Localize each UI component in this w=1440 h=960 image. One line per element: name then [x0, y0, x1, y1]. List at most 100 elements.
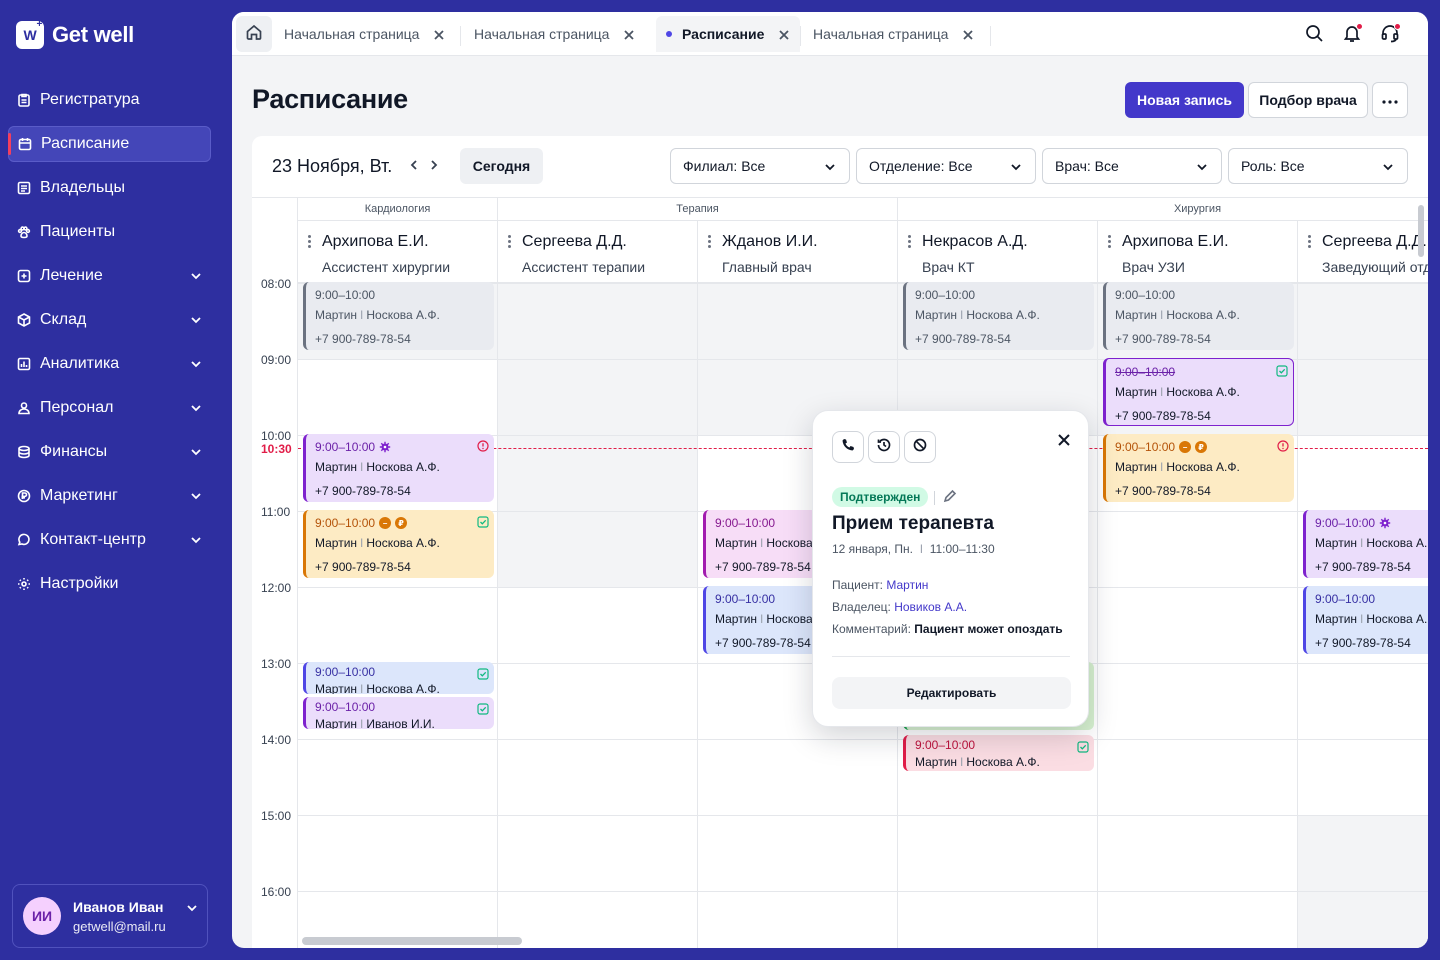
appointment-card[interactable]: 9:00–10:00 Мартин I Носкова А.Ф.: [303, 662, 494, 694]
edit-appointment-button[interactable]: Редактировать: [832, 677, 1071, 709]
brand-logo[interactable]: W Get well: [16, 19, 134, 49]
pencil-icon[interactable]: [943, 489, 957, 503]
appointment-card[interactable]: 9:00–10:00МартинIНоскова А.Ф.+7 900-789-…: [1103, 358, 1294, 426]
avatar: ИИ: [23, 897, 61, 935]
pet-name: Мартин: [315, 460, 358, 474]
chevron-down-icon: [189, 489, 203, 503]
today-button[interactable]: Сегодня: [460, 148, 543, 184]
doctor-header[interactable]: Сергеева Д.Д. Ассистент терапии: [498, 221, 698, 283]
sidebar-item-4[interactable]: Лечение: [8, 258, 211, 294]
more-button[interactable]: [1372, 82, 1408, 118]
filter-select-0[interactable]: Филиал: Все: [670, 148, 850, 184]
prev-day-arrow-icon[interactable]: [407, 158, 421, 172]
drag-handle-icon[interactable]: [708, 235, 712, 250]
sidebar-nav: Регистратура Расписание Владельцы Пациенты Л…: [8, 82, 211, 610]
tab-1[interactable]: Начальная страница: [464, 16, 650, 52]
doctor-header[interactable]: Некрасов А.Д. Врач КТ: [898, 221, 1098, 283]
pet-name: Мартин: [915, 308, 958, 322]
filter-select-2[interactable]: Врач: Все: [1042, 148, 1222, 184]
owner-link[interactable]: Новиков А.А.: [894, 600, 967, 614]
bell-icon[interactable]: [1342, 23, 1364, 45]
sidebar-item-0[interactable]: Регистратура: [8, 82, 211, 118]
current-date: 23 Ноября, Вт.: [272, 156, 393, 176]
sidebar-item-1[interactable]: Расписание: [8, 126, 211, 162]
close-icon[interactable]: [1057, 433, 1071, 447]
doctor-header[interactable]: Жданов И.И. Главный врач: [698, 221, 898, 283]
drag-handle-icon[interactable]: [908, 235, 912, 250]
home-tab[interactable]: [236, 16, 272, 52]
sidebar-item-8[interactable]: Финансы: [8, 434, 211, 470]
logo-icon: W: [16, 19, 44, 49]
sidebar-item-7[interactable]: Персонал: [8, 390, 211, 426]
appointment-time: 9:00–10:00: [1315, 516, 1376, 530]
doctor-name: Сергеева Д.Д.: [1322, 233, 1427, 250]
appointment-card[interactable]: 9:00–10:00 Мартин I Иванов И.И.: [303, 697, 494, 729]
drag-handle-icon[interactable]: [308, 235, 312, 250]
appointment-card[interactable]: 9:00–10:00 Мартин I Носкова А.Ф.: [903, 735, 1094, 771]
cancel-appointment-button[interactable]: [904, 431, 936, 463]
time-label: 13:00: [261, 657, 292, 671]
sidebar-item-6[interactable]: Аналитика: [8, 346, 211, 382]
sidebar-item-10[interactable]: Контакт-центр: [8, 522, 211, 558]
appointment-card[interactable]: 9:00–10:00МартинIНоскова А.Ф.+7 900-789-…: [1303, 586, 1428, 654]
owner-name: Носкова А.Ф.: [366, 682, 440, 694]
close-tab-icon[interactable]: [962, 28, 974, 40]
sidebar-item-11[interactable]: Настройки: [8, 566, 211, 602]
search-icon[interactable]: [1304, 23, 1326, 45]
tab-3[interactable]: Начальная страница: [803, 16, 989, 52]
minus-badge-icon: –: [379, 517, 392, 529]
plus-square-icon: [16, 268, 32, 284]
sidebar-item-3[interactable]: Пациенты: [8, 214, 211, 250]
pick-doctor-button[interactable]: Подбор врача: [1248, 82, 1368, 118]
doctor-column[interactable]: [298, 283, 498, 948]
call-button[interactable]: [832, 431, 864, 463]
new-record-button[interactable]: Новая запись: [1125, 82, 1244, 118]
user-card[interactable]: ИИ Иванов Иван getwell@mail.ru: [12, 884, 208, 948]
tab-label: Начальная страница: [813, 26, 949, 42]
sidebar-item-label: Настройки: [40, 575, 119, 592]
owner-row: Владелец: Новиков А.А.: [832, 600, 968, 614]
sidebar-item-2[interactable]: Владельцы: [8, 170, 211, 206]
appointment-card[interactable]: 9:00–10:00МартинIНоскова А.Ф.+7 900-789-…: [1103, 282, 1294, 350]
drag-handle-icon[interactable]: [508, 235, 512, 250]
tab-2[interactable]: Расписание: [656, 16, 800, 52]
chevron-down-icon: [189, 313, 203, 327]
appointment-card[interactable]: 9:00–10:00– ₽ Мартин I Носкова А.Ф. +7 900-78…: [303, 510, 494, 578]
close-tab-icon[interactable]: [778, 28, 790, 40]
drag-handle-icon[interactable]: [1108, 235, 1112, 250]
drag-handle-icon[interactable]: [1308, 235, 1312, 250]
sidebar-item-5[interactable]: Склад: [8, 302, 211, 338]
filter-select-1[interactable]: Отделение: Все: [856, 148, 1036, 184]
sidebar-item-9[interactable]: Маркетинг: [8, 478, 211, 514]
chevron-down-icon: [189, 401, 203, 415]
doctor-header[interactable]: Архипова Е.И. Ассистент хирургии: [298, 221, 498, 283]
owner-name: Носкова А.Ф.: [966, 308, 1040, 322]
headset-icon[interactable]: [1380, 23, 1402, 45]
chevron-down-icon[interactable]: [185, 901, 199, 920]
vertical-scrollbar[interactable]: [1418, 205, 1424, 257]
appointment-time: 9:00–10:00: [715, 592, 776, 606]
close-tab-icon[interactable]: [433, 28, 445, 40]
filter-select-3[interactable]: Роль: Все: [1228, 148, 1408, 184]
appointment-card[interactable]: 9:00–10:00МартинIНоскова А.Ф.+7 900-789-…: [903, 282, 1094, 350]
doctor-name: Архипова Е.И.: [322, 233, 429, 250]
patient-link[interactable]: Мартин: [886, 578, 928, 592]
owner-phone: +7 900-789-78-54: [1115, 409, 1211, 423]
appointment-card[interactable]: 9:00–10:00МартинIНоскова А.Ф.+7 900-789-…: [1303, 510, 1428, 578]
calendar-icon: [17, 136, 33, 152]
doctor-header[interactable]: Архипова Е.И. Врач УЗИ: [1098, 221, 1298, 283]
next-day-arrow-icon[interactable]: [427, 158, 441, 172]
user-email: getwell@mail.ru: [73, 918, 166, 934]
appointment-card[interactable]: 9:00–10:00МартинIНоскова А.Ф.+7 900-789-…: [303, 282, 494, 350]
appointment-card[interactable]: 9:00–10:00– ₽ Мартин I Носкова А.Ф. +7 900-78…: [1103, 434, 1294, 502]
horizontal-scrollbar[interactable]: [302, 937, 522, 945]
appointment-card[interactable]: 9:00–10:00МартинIНоскова А.Ф.+7 900-789-…: [303, 434, 494, 502]
pet-name: Мартин: [715, 612, 758, 626]
tab-0[interactable]: Начальная страница: [274, 16, 460, 52]
appointment-title: Прием терапевта: [832, 513, 994, 534]
history-button[interactable]: [868, 431, 900, 463]
doctor-column[interactable]: [498, 283, 698, 948]
sidebar-item-label: Лечение: [40, 267, 103, 284]
close-tab-icon[interactable]: [623, 28, 635, 40]
doctor-header[interactable]: Сергеева Д.Д. Заведующий отд.: [1298, 221, 1428, 283]
